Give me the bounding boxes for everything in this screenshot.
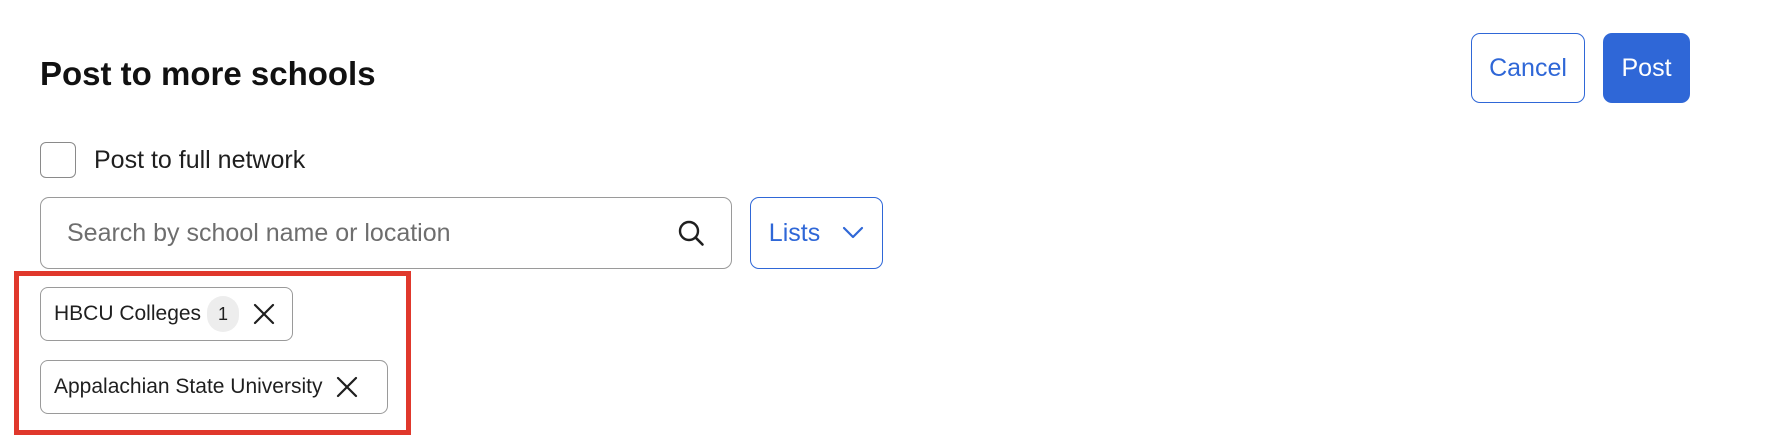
full-network-checkbox[interactable] (40, 142, 76, 178)
full-network-option[interactable]: Post to full network (40, 142, 305, 178)
post-button[interactable]: Post (1603, 33, 1690, 103)
lists-label: Lists (768, 218, 821, 247)
chip-label: HBCU Colleges (54, 302, 202, 325)
chevron-down-icon (842, 226, 864, 240)
lists-dropdown-button[interactable]: Lists (750, 197, 883, 269)
selected-chip-appalachian-state: Appalachian State University (40, 360, 388, 414)
close-icon[interactable] (334, 374, 360, 400)
search-icon[interactable] (677, 219, 705, 247)
search-input[interactable] (65, 217, 677, 249)
close-icon[interactable] (251, 301, 277, 327)
post-to-schools-panel: Post to more schools Cancel Post Post to… (0, 0, 1788, 446)
chip-label: Appalachian State University (54, 375, 323, 398)
cancel-button[interactable]: Cancel (1471, 33, 1585, 103)
page-title: Post to more schools (40, 55, 376, 92)
selected-chip-hbcu-colleges: HBCU Colleges 1 (40, 287, 293, 341)
full-network-label: Post to full network (94, 145, 306, 174)
school-search-field[interactable] (40, 197, 732, 269)
chip-count-badge: 1 (207, 296, 240, 332)
